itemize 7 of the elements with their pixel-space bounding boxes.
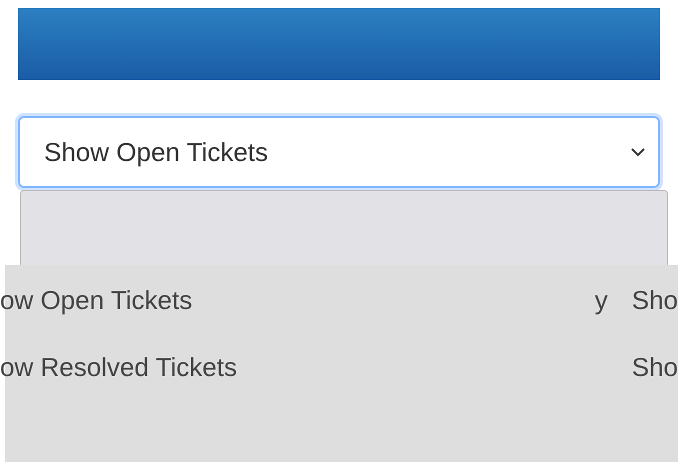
option-fragment: y bbox=[594, 284, 608, 317]
dropdown-option[interactable]: ow Resolved Tickets bbox=[0, 348, 237, 387]
option-fragment: Sho bbox=[632, 351, 678, 384]
option-fragment: Sho bbox=[632, 284, 678, 317]
ticket-filter-select[interactable]: Show Open Tickets bbox=[18, 116, 660, 188]
dropdown-option[interactable]: ow Open Tickets bbox=[0, 281, 192, 320]
chevron-down-icon bbox=[630, 147, 646, 157]
